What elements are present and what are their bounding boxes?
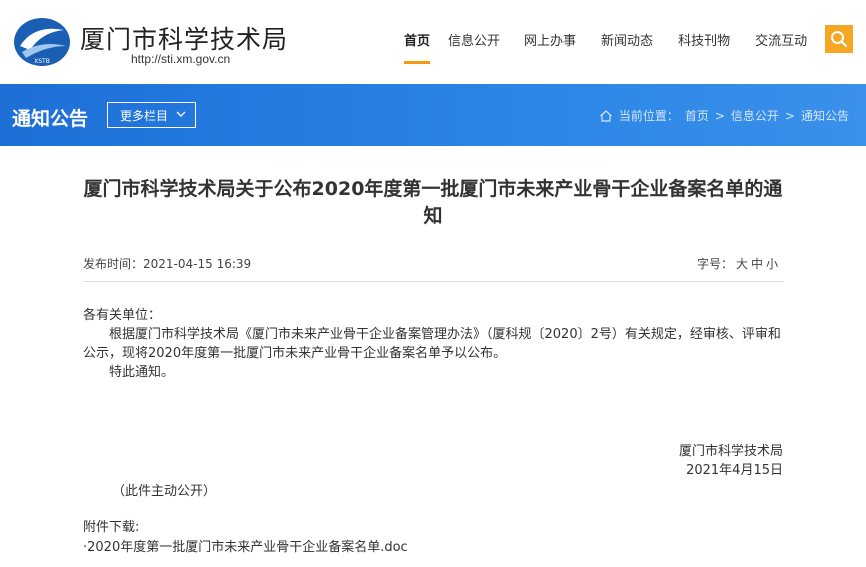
meta-divider xyxy=(83,281,783,282)
site-title[interactable]: 厦门市科学技术局 xyxy=(80,20,288,56)
svg-text:XSTB: XSTB xyxy=(34,58,50,65)
article-panel: 厦门市科学技术局关于公布2020年度第一批厦门市未来产业骨干企业备案名单的通知 … xyxy=(0,146,866,567)
publish-info: 发布时间：2021-04-15 16:39 xyxy=(83,255,251,272)
more-columns-label: 更多栏目 xyxy=(120,109,169,123)
article-body: 各有关单位： 根据厦门市科学技术局《厦门市未来产业骨干企业备案管理办法》（厦科规… xyxy=(83,306,783,382)
font-size-large[interactable]: 大 xyxy=(736,257,748,271)
font-size-medium[interactable]: 中 xyxy=(751,257,763,271)
nav-item-online-service[interactable]: 网上办事 xyxy=(524,30,576,52)
site-url: http://sti.xm.gov.cn xyxy=(131,52,231,66)
nav-item-home[interactable]: 首页 xyxy=(404,30,431,64)
home-icon xyxy=(599,109,612,122)
nav-item-publications[interactable]: 科技刊物 xyxy=(678,30,730,52)
nav-item-info-public[interactable]: 信息公开 xyxy=(448,30,500,52)
search-button[interactable] xyxy=(825,25,853,53)
nav-item-interaction[interactable]: 交流互动 xyxy=(755,30,807,52)
salutation: 各有关单位： xyxy=(83,308,162,323)
nav-item-news[interactable]: 新闻动态 xyxy=(601,30,653,52)
breadcrumb-notices[interactable]: 通知公告 xyxy=(801,107,849,124)
attachment-label: 附件下载: xyxy=(83,520,140,535)
breadcrumb: 当前位置： 首页 > 信息公开 > 通知公告 xyxy=(599,107,849,124)
font-size-label: 字号： xyxy=(696,257,733,271)
main-nav: 首页 信息公开 网上办事 新闻动态 科技刊物 交流互动 xyxy=(404,30,807,64)
article-paragraph: 根据厦门市科学技术局《厦门市未来产业骨干企业备案管理办法》（厦科规〔2020〕2… xyxy=(83,327,781,361)
breadcrumb-home[interactable]: 首页 xyxy=(685,107,709,124)
article-closing: 特此通知。 xyxy=(109,365,175,380)
attachment-link[interactable]: ·2020年度第一批厦门市未来产业骨干企业备案名单.doc xyxy=(83,536,408,555)
signature-block: 厦门市科学技术局 2021年4月15日 xyxy=(679,442,783,480)
site-header: XSTB 厦门市科学技术局 http://sti.xm.gov.cn 首页 信息… xyxy=(0,0,866,84)
section-title: 通知公告 xyxy=(12,108,89,130)
search-icon xyxy=(831,31,848,48)
breadcrumb-info-public[interactable]: 信息公开 xyxy=(731,107,779,124)
chevron-down-icon xyxy=(175,106,187,125)
publish-time: 2021-04-15 16:39 xyxy=(143,257,252,271)
font-size-small[interactable]: 小 xyxy=(766,257,778,271)
font-size-control: 字号：大中小 xyxy=(697,255,778,272)
more-columns-button[interactable]: 更多栏目 xyxy=(107,102,196,128)
breadcrumb-prefix: 当前位置： xyxy=(618,109,679,123)
publish-label: 发布时间： xyxy=(83,257,144,271)
article-title: 厦门市科学技术局关于公布2020年度第一批厦门市未来产业骨干企业备案名单的通知 xyxy=(83,178,783,227)
breadcrumb-separator: > xyxy=(714,108,725,123)
section-banner: 通知公告 更多栏目 当前位置： 首页 > 信息公开 > 通知公告 xyxy=(0,84,866,146)
breadcrumb-separator: > xyxy=(784,108,795,123)
public-note: （此件主动公开） xyxy=(112,484,217,499)
site-logo[interactable]: XSTB xyxy=(12,16,72,68)
sign-date: 2021年4月15日 xyxy=(686,463,783,478)
signer-name: 厦门市科学技术局 xyxy=(678,444,783,459)
